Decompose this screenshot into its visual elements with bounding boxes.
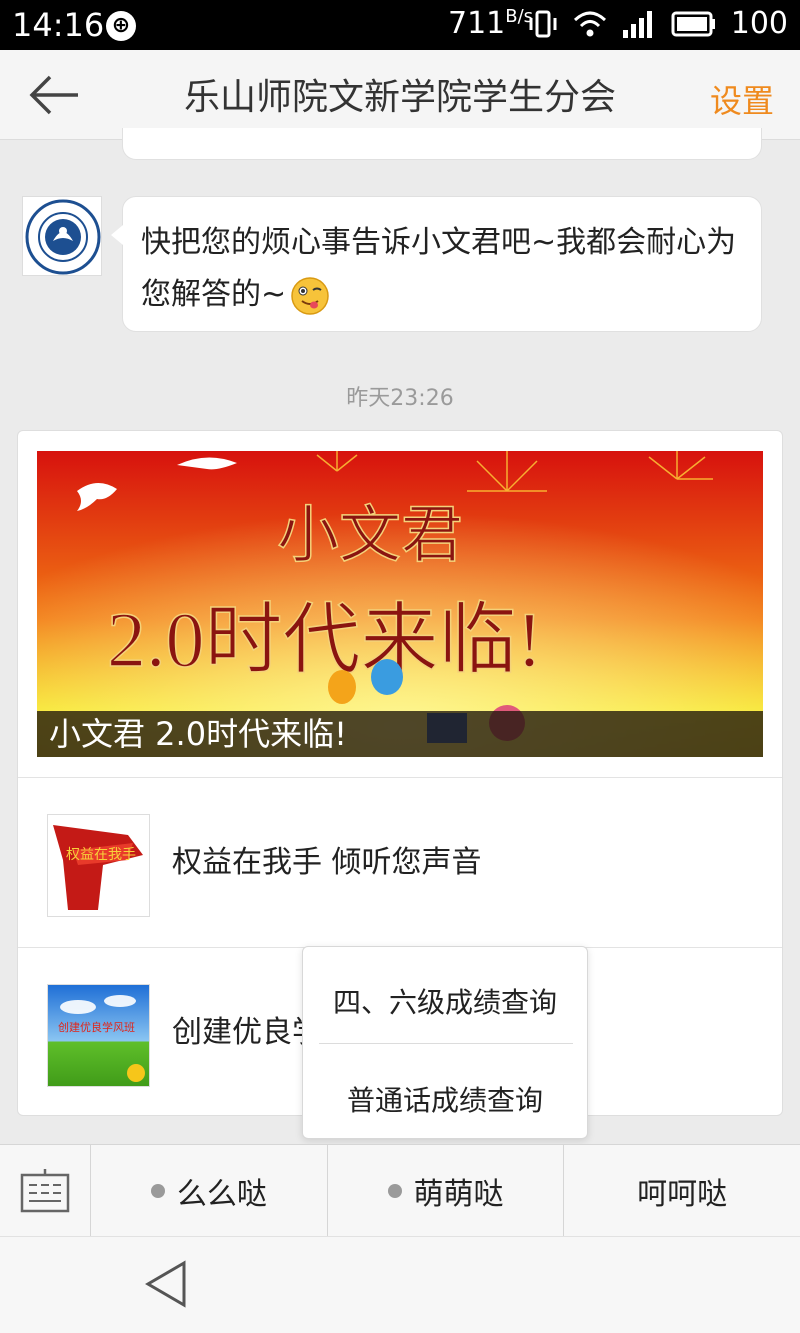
network-speed: 711B/s bbox=[448, 6, 533, 41]
message-bubble: 快把您的烦心事告诉小文君吧~我都会耐心为您解答的~ bbox=[111, 196, 762, 332]
article-title: 权益在我手 倾听您声音 bbox=[172, 845, 482, 880]
tongue-out-emoji-icon bbox=[291, 276, 329, 315]
thumb-text: 权益在我手 bbox=[66, 847, 136, 863]
sync-icon: ⊕ bbox=[106, 11, 136, 41]
page-title: 乐山师院文新学院学生分会 bbox=[183, 77, 616, 118]
signal-icon bbox=[622, 10, 652, 38]
wifi-icon bbox=[573, 11, 606, 36]
submenu-dot-icon bbox=[150, 1184, 165, 1198]
custom-menu-bar: 么么哒 萌萌哒 呵呵哒 bbox=[0, 1144, 800, 1237]
message-timestamp: 昨天23:26 bbox=[346, 386, 454, 411]
banner-art-line2: 2.0时代来临! bbox=[107, 596, 542, 683]
article-list-item[interactable]: 权益在我手 权益在我手 倾听您声音 bbox=[18, 777, 782, 947]
menu-item-memeda[interactable]: 么么哒 bbox=[91, 1145, 328, 1237]
menu-item-label: 呵呵哒 bbox=[637, 1177, 728, 1212]
article-thumbnail-image: 创建优良学风班 bbox=[48, 985, 149, 1086]
submenu-divider bbox=[319, 1043, 573, 1044]
network-speed-value: 711 bbox=[448, 6, 506, 41]
keyboard-icon bbox=[20, 1169, 70, 1213]
menu-item-mengmengda[interactable]: 萌萌哒 bbox=[328, 1145, 565, 1237]
article-title: 创建优良学 bbox=[172, 1015, 322, 1050]
battery-icon bbox=[671, 11, 715, 36]
menu-item-hehehda[interactable]: 呵呵哒 bbox=[564, 1145, 800, 1237]
article-banner[interactable]: 小文君 2.0时代来临! 小文君 2.0时代来临! bbox=[37, 451, 763, 757]
banner-art-line1: 小文君 bbox=[277, 502, 463, 570]
article-thumbnail-image: 权益在我手 bbox=[48, 815, 149, 916]
submenu-popup: 四、六级成绩查询 普通话成绩查询 bbox=[302, 946, 588, 1139]
menu-item-label: 么么哒 bbox=[176, 1177, 267, 1212]
settings-button[interactable]: 设置 bbox=[710, 76, 774, 122]
submenu-item-mandarin-score[interactable]: 普通话成绩查询 bbox=[303, 1079, 587, 1119]
article-thumbnail: 权益在我手 bbox=[47, 814, 150, 917]
vibrate-icon bbox=[529, 10, 557, 37]
message-text: 快把您的烦心事告诉小文君吧~我都会耐心为您解答的~ bbox=[141, 225, 737, 312]
previous-message-bubble bbox=[122, 128, 762, 160]
nav-back-icon[interactable] bbox=[144, 1259, 188, 1309]
university-logo bbox=[25, 199, 101, 275]
status-bar: 14:16 ⊕ 711B/s 100 bbox=[0, 0, 800, 50]
battery-level: 100 bbox=[730, 6, 788, 41]
system-nav-bar bbox=[0, 1236, 800, 1333]
avatar[interactable] bbox=[22, 196, 102, 276]
submenu-item-cet-score[interactable]: 四、六级成绩查询 bbox=[303, 981, 587, 1021]
thumb-text: 创建优良学风班 bbox=[58, 1020, 135, 1034]
article-thumbnail: 创建优良学风班 bbox=[47, 984, 150, 1087]
banner-caption: 小文君 2.0时代来临! bbox=[37, 711, 763, 757]
status-time: 14:16 bbox=[12, 6, 105, 44]
menu-item-label: 萌萌哒 bbox=[413, 1177, 504, 1212]
submenu-dot-icon bbox=[387, 1184, 402, 1198]
app-header: 乐山师院文新学院学生分会 设置 bbox=[0, 50, 800, 140]
keyboard-toggle-button[interactable] bbox=[0, 1145, 91, 1237]
